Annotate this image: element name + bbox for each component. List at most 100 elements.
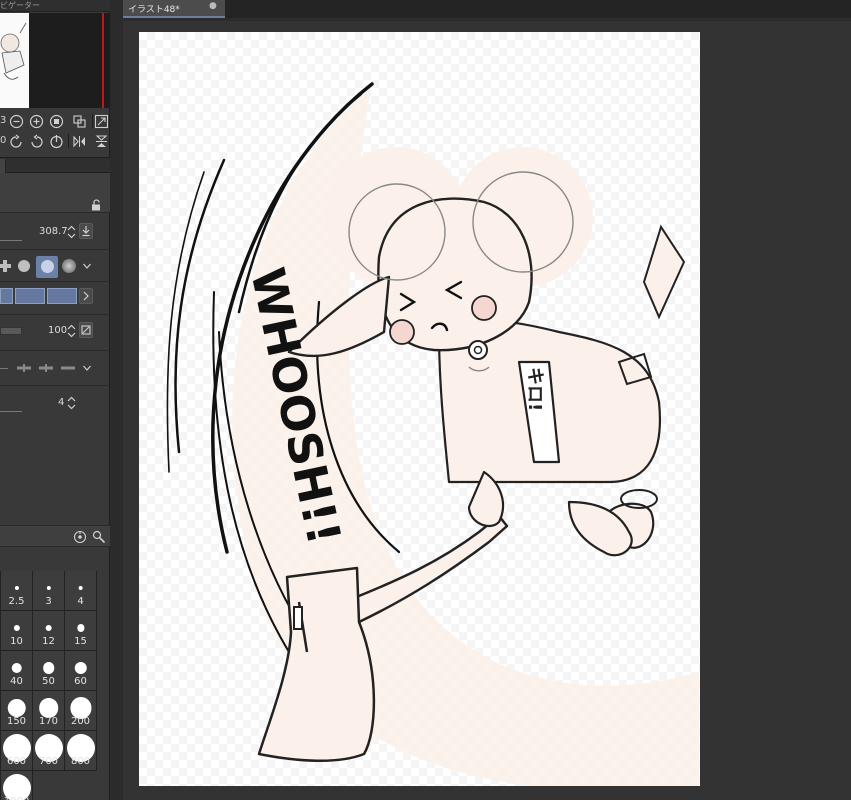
brush-size-label: 60 <box>74 676 87 687</box>
brush-size-dot <box>76 624 85 632</box>
brush-size-dot <box>11 662 22 674</box>
flip-vertical-icon[interactable] <box>94 134 109 149</box>
brush-size-cell[interactable]: 170 <box>33 691 65 731</box>
brush-size-label: 200 <box>70 716 91 727</box>
brush-size-label: 12 <box>42 636 55 647</box>
brush-size-cell[interactable]: 2.5 <box>1 571 33 611</box>
fit-page-icon[interactable] <box>72 114 87 129</box>
fit-window-icon[interactable] <box>94 114 109 129</box>
actual-size-icon[interactable] <box>49 114 64 129</box>
brush-size-cell[interactable]: 50 <box>33 651 65 691</box>
brush-size-cell[interactable]: 4 <box>65 571 97 611</box>
anti-alias-icon[interactable] <box>60 361 76 375</box>
opacity-setting-button[interactable] <box>79 322 93 338</box>
brush-size-dot <box>78 585 83 591</box>
anti-alias-icon[interactable] <box>38 361 54 375</box>
brush-size-palette: 2.5 3 4 10 12 15 40 50 60 150 170 200 600 700 800 1000 <box>0 571 97 800</box>
soft-round-dot <box>62 259 76 273</box>
brush-size-field-underline <box>0 240 22 241</box>
brush-size-cell[interactable]: 800 <box>65 731 97 771</box>
brush-size-cell[interactable]: 3 <box>33 571 65 611</box>
next-tip-button[interactable] <box>79 288 93 304</box>
canvas-area[interactable]: キロ! WHOOSH!! <box>123 18 851 800</box>
chevron-down-icon[interactable] <box>82 261 92 271</box>
left-panel: ビゲーター 3 0 308.7 100 4 2.5 3 4 10 12 15 4… <box>0 0 110 800</box>
brush-size-cell[interactable]: 10 <box>1 611 33 651</box>
brush-size-label: 10 <box>10 636 23 647</box>
brush-tip-bars-row <box>0 285 110 309</box>
zoom-in-icon[interactable] <box>29 114 44 129</box>
chevron-right-icon <box>83 291 89 301</box>
toolbar-separator <box>92 114 93 128</box>
brush-size-cell[interactable]: 600 <box>1 731 33 771</box>
app-window: ビゲーター 3 0 308.7 100 4 2.5 3 4 10 12 15 4… <box>0 0 851 800</box>
rotate-right-icon[interactable] <box>29 134 44 149</box>
brush-size-dot <box>46 585 51 591</box>
brush-size-label: 50 <box>42 676 55 687</box>
brush-size-label: 170 <box>38 716 59 727</box>
brush-size-dot <box>74 661 87 675</box>
canvas-page[interactable]: キロ! WHOOSH!! <box>139 32 700 786</box>
brush-size-label: 600 <box>6 756 27 767</box>
spin-arrows-icon[interactable] <box>67 324 76 338</box>
brush-size-label: 4 <box>77 596 84 607</box>
stabilization-value[interactable]: 4 <box>58 397 64 408</box>
tab-close-icon[interactable]: ● <box>209 1 217 11</box>
tip-bar[interactable] <box>15 288 45 304</box>
brush-size-label: 700 <box>38 756 59 767</box>
spin-arrows-icon[interactable] <box>67 396 76 410</box>
brush-size-value[interactable]: 308.7 <box>39 226 68 237</box>
brush-size-cell[interactable]: 200 <box>65 691 97 731</box>
divider <box>0 385 110 386</box>
document-tab[interactable]: イラスト48* ● <box>123 0 225 18</box>
brush-size-dot <box>7 698 26 718</box>
brush-size-cell[interactable]: 700 <box>33 731 65 771</box>
navigator-thumbnail <box>0 13 29 108</box>
no-pressure-icon <box>81 325 91 335</box>
tool-property-header <box>0 173 110 213</box>
flip-horizontal-icon[interactable] <box>72 134 87 149</box>
anti-alias-icon[interactable] <box>16 361 32 375</box>
spin-arrows-icon[interactable] <box>67 225 76 239</box>
rotate-left-icon[interactable] <box>9 134 24 149</box>
brush-shape-option[interactable] <box>13 256 35 276</box>
aa-none-mark[interactable] <box>0 368 8 369</box>
brush-size-dot <box>42 662 55 674</box>
opacity-row: 100 <box>0 319 110 343</box>
document-tab-title: イラスト48* <box>128 5 180 15</box>
canvas-top-border <box>123 18 851 21</box>
brush-size-cell[interactable]: 12 <box>33 611 65 651</box>
lock-icon[interactable] <box>90 199 102 211</box>
tip-bar[interactable] <box>47 288 77 304</box>
brush-size-cell[interactable]: 60 <box>65 651 97 691</box>
reset-rotation-icon[interactable] <box>49 134 64 149</box>
brush-size-label: 150 <box>6 716 27 727</box>
brush-size-label: 2.5 <box>8 596 25 607</box>
artwork-illustration: キロ! WHOOSH!! <box>166 82 699 786</box>
brush-size-dot <box>45 624 52 632</box>
tool-detail-icon[interactable] <box>73 530 87 544</box>
tip-bar[interactable] <box>0 288 13 304</box>
navigator-title: ビゲーター <box>0 1 40 10</box>
brush-size-dot <box>14 585 19 591</box>
pressure-setting-button[interactable] <box>79 223 93 239</box>
panel-tab[interactable] <box>0 159 6 173</box>
opacity-value[interactable]: 100 <box>48 325 67 336</box>
brush-size-dot <box>13 624 20 632</box>
opacity-slider[interactable] <box>0 327 22 335</box>
hard-round-dot <box>18 260 30 272</box>
divider <box>0 249 110 250</box>
brush-size-cell[interactable]: 15 <box>65 611 97 651</box>
brush-size-cell[interactable]: 150 <box>1 691 33 731</box>
navigator-preview[interactable] <box>0 13 110 108</box>
brush-shape-option[interactable] <box>58 256 80 276</box>
zoom-out-icon[interactable] <box>9 114 24 129</box>
wrench-icon[interactable] <box>92 530 106 544</box>
stabilization-row: 4 <box>0 391 110 415</box>
brush-size-cell[interactable]: 40 <box>1 651 33 691</box>
panel-tab-strip <box>0 157 110 173</box>
selected-brush-dot <box>41 260 54 273</box>
brush-size-dot <box>38 698 59 718</box>
brush-size-cell[interactable]: 1000 <box>1 771 33 800</box>
chevron-down-icon[interactable] <box>82 363 92 373</box>
